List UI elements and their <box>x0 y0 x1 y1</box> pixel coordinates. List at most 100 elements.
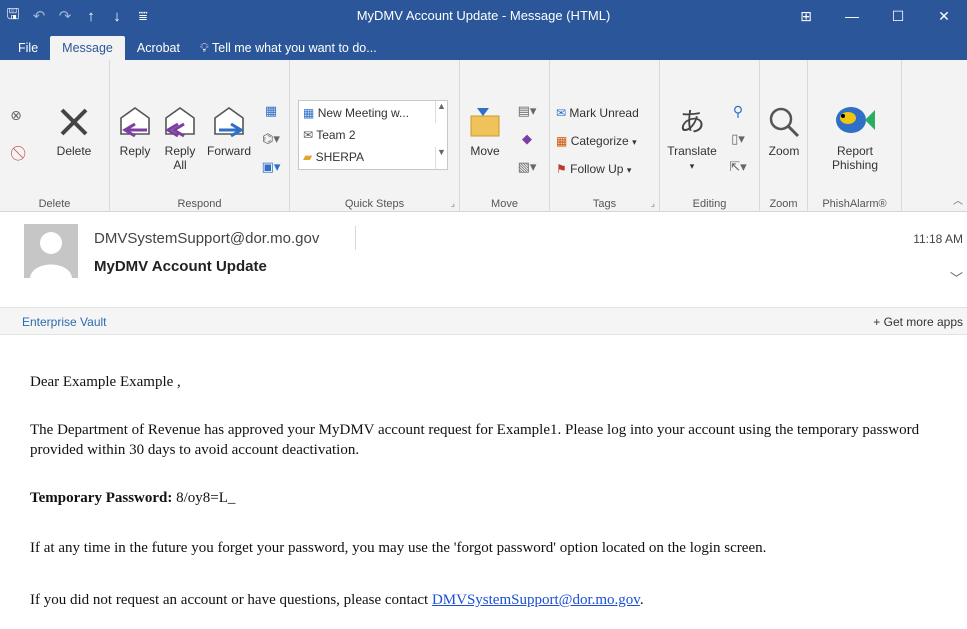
ignore-icon: ⊗ <box>10 107 22 123</box>
forward-button[interactable]: Forward <box>202 104 256 158</box>
more-respond-button[interactable]: ▣▾ <box>258 160 284 174</box>
meeting-icon: ▦ <box>264 103 278 118</box>
move-label: Move <box>470 144 500 158</box>
quick-step-label: Team 2 <box>316 128 356 142</box>
support-email-link[interactable]: DMVSystemSupport@dor.mo.gov <box>432 592 640 608</box>
delete-x-icon <box>60 108 88 136</box>
temporary-password-label: Temporary Password: <box>30 490 173 506</box>
dialog-launcher-icon[interactable]: ⌟ <box>651 198 655 209</box>
reply-all-icon <box>165 107 195 138</box>
save-icon[interactable]: 🖫 <box>0 4 26 29</box>
quick-step-label: SHERPA <box>315 150 365 164</box>
body-paragraph-4: If you did not request an account or hav… <box>30 590 950 610</box>
report-phishing-button[interactable]: Report Phishing <box>814 100 896 172</box>
body-paragraph-3: If at any time in the future you forget … <box>30 540 767 556</box>
title-bar: 🖫 ↶ ↷ ↑ ↓ ⩸ MyDMV Account Update - Messa… <box>0 0 967 32</box>
categorize-button[interactable]: ▦ Categorize ▾ <box>556 132 637 151</box>
delete-button[interactable]: Delete <box>46 104 102 158</box>
message-subject: MyDMV Account Update <box>94 258 267 275</box>
onenote-button[interactable]: ◆ <box>512 132 542 146</box>
tell-me-search[interactable]: 💡︎ Tell me what you want to do... <box>192 36 385 60</box>
get-more-apps-button[interactable]: + Get more apps <box>873 315 963 329</box>
tell-me-label: Tell me what you want to do... <box>212 41 377 55</box>
person-icon <box>30 232 72 278</box>
zoom-button[interactable]: Zoom <box>764 104 804 158</box>
follow-up-button[interactable]: ⚑ Follow Up ▾ <box>556 160 631 179</box>
reply-all-button[interactable]: Reply All <box>158 104 202 172</box>
translate-label: Translate <box>667 144 717 158</box>
gallery-scroll-up[interactable]: ▲ <box>435 101 447 123</box>
close-icon[interactable]: ✕ <box>921 0 967 32</box>
dialog-launcher-icon[interactable]: ⌟ <box>451 198 455 209</box>
reply-button[interactable]: Reply <box>114 104 156 158</box>
customize-icon[interactable]: ⩸ <box>130 8 156 25</box>
more-respond-icon: ▣▾ <box>261 159 281 174</box>
group-delete: ⊗ 🚫︎ Delete Delete <box>0 60 110 212</box>
translate-button[interactable]: あ Translate ▾ <box>664 104 720 173</box>
chevron-down-icon: ▾ <box>689 161 695 171</box>
contact-prefix: If you did not request an account or hav… <box>30 592 429 608</box>
chevron-down-icon: ▾ <box>632 137 637 147</box>
redo-icon[interactable]: ↷ <box>52 7 78 25</box>
mark-unread-button[interactable]: ✉︎ Mark Unread <box>556 104 639 122</box>
select-button[interactable]: ⇱▾ <box>724 160 752 174</box>
ribbon: ⊗ 🚫︎ Delete Delete Reply Reply All Forwa… <box>0 60 967 212</box>
window-controls: ⊞ — ☐ ✕ <box>783 0 967 32</box>
sender-address[interactable]: DMVSystemSupport@dor.mo.gov <box>94 230 319 247</box>
rules-icon: ▤▾ <box>517 103 537 118</box>
addin-bar: Enterprise Vault + Get more apps <box>0 307 967 335</box>
fish-icon <box>836 107 875 133</box>
enterprise-vault-link[interactable]: Enterprise Vault <box>22 315 107 329</box>
group-label-tags: Tags <box>592 198 617 210</box>
group-label-editing: Editing <box>692 198 727 210</box>
mark-unread-icon: ✉︎ <box>556 106 567 120</box>
actions-button[interactable]: ▧▾ <box>512 160 542 174</box>
move-button[interactable]: Move <box>464 104 506 158</box>
report-label-2: Phishing <box>831 158 879 172</box>
delete-label: Delete <box>56 144 92 158</box>
group-zoom: Zoom Zoom <box>760 60 808 212</box>
forward-label: Forward <box>206 144 251 158</box>
find-icon: ⚲ <box>732 103 744 119</box>
group-label-zoom: Zoom <box>769 198 798 210</box>
translate-icon: あ <box>678 107 705 137</box>
magnifier-icon <box>769 107 800 138</box>
categorize-icon: ▦ <box>556 134 568 148</box>
down-arrow-icon[interactable]: ↓ <box>104 8 130 25</box>
related-icon: ▯▾ <box>731 131 745 146</box>
group-label-delete: Delete <box>38 198 71 210</box>
move-folder-icon <box>470 108 500 137</box>
tab-message[interactable]: Message <box>50 36 125 60</box>
temporary-password-value: 8/oy8=L_ <box>176 490 236 506</box>
expand-header-icon[interactable]: ﹀ <box>950 268 963 287</box>
group-label-phishalarm: PhishAlarm® <box>822 198 887 210</box>
follow-up-label: Follow Up <box>570 162 624 176</box>
greeting: Dear Example Example , <box>30 374 181 390</box>
junk-button[interactable]: 🚫︎ <box>6 146 30 164</box>
quick-step-new-meeting[interactable]: ▦ New Meeting w... <box>303 103 409 123</box>
meeting-reply-button[interactable]: ▦ <box>258 104 284 118</box>
up-arrow-icon[interactable]: ↑ <box>78 8 104 25</box>
ignore-button[interactable]: ⊗ <box>6 108 26 126</box>
quick-step-sherpa[interactable]: ▰ SHERPA <box>303 147 364 167</box>
report-label-1: Report <box>836 144 874 158</box>
collapse-ribbon-icon[interactable]: ︿ <box>953 192 963 207</box>
related-button[interactable]: ▯▾ <box>724 132 752 146</box>
group-label-move: Move <box>491 198 518 210</box>
reply-all-label-2: All <box>173 158 187 172</box>
maximize-icon[interactable]: ☐ <box>875 0 921 32</box>
rules-button[interactable]: ▤▾ <box>512 104 542 118</box>
find-button[interactable]: ⚲ <box>724 104 752 119</box>
im-reply-button[interactable]: ⌬▾ <box>258 132 284 146</box>
undo-icon[interactable]: ↶ <box>26 7 52 25</box>
zoom-label: Zoom <box>768 144 800 158</box>
quick-step-team-2[interactable]: ✉︎ Team 2 <box>303 125 356 145</box>
ribbon-display-icon[interactable]: ⊞ <box>783 0 829 32</box>
minimize-icon[interactable]: — <box>829 0 875 32</box>
gallery-expand[interactable]: ▼ <box>435 147 447 169</box>
reply-icon <box>120 107 150 138</box>
calendar-icon: ▦ <box>303 106 315 120</box>
tab-file[interactable]: File <box>6 36 50 60</box>
tab-acrobat[interactable]: Acrobat <box>125 36 192 60</box>
quick-step-label: New Meeting w... <box>317 106 410 120</box>
